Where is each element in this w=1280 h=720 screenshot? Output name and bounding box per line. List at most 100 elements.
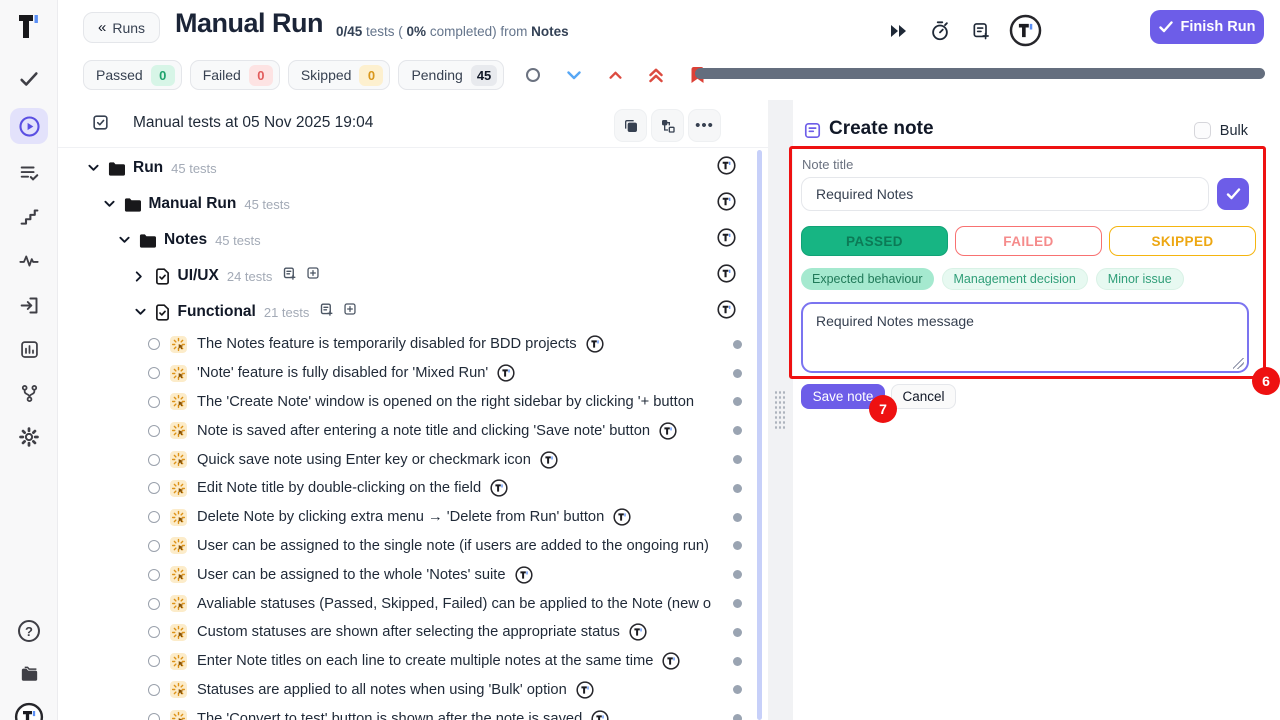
- test-title[interactable]: The Notes feature is temporarily disable…: [197, 336, 577, 352]
- nav-reports-icon[interactable]: [10, 334, 48, 364]
- nav-settings-icon[interactable]: [10, 422, 48, 452]
- test-title[interactable]: Edit Note title by double-clicking on th…: [197, 480, 481, 496]
- test-status-circle[interactable]: [148, 396, 160, 408]
- note-message-textarea[interactable]: Required Notes message: [801, 302, 1249, 373]
- test-title[interactable]: Statuses are applied to all notes when u…: [197, 682, 567, 698]
- copy-run-button[interactable]: [614, 109, 647, 142]
- test-title[interactable]: Custom statuses are shown after selectin…: [197, 624, 620, 640]
- quick-save-button[interactable]: [1217, 178, 1249, 210]
- add-test-icon[interactable]: [306, 266, 320, 286]
- tree-view-button[interactable]: [651, 109, 684, 142]
- test-app-badge[interactable]: [490, 479, 508, 497]
- bulk-toggle[interactable]: Bulk: [1194, 122, 1248, 139]
- account-logo-icon[interactable]: [10, 702, 48, 720]
- app-logo-icon[interactable]: [13, 10, 45, 44]
- chevron-down-icon[interactable]: [119, 236, 130, 244]
- tag-minor-issue[interactable]: Minor issue: [1096, 268, 1184, 290]
- test-app-badge[interactable]: [662, 652, 680, 670]
- test-row[interactable]: User can be assigned to the whole 'Notes…: [58, 560, 768, 589]
- tag-expected-behaviour[interactable]: Expected behaviour: [801, 268, 934, 290]
- bulk-checkbox[interactable]: [1194, 122, 1211, 139]
- finish-run-button[interactable]: Finish Run: [1150, 10, 1264, 44]
- filter-pending[interactable]: Pending45: [398, 60, 504, 90]
- test-title[interactable]: Avaliable statuses (Passed, Skipped, Fai…: [197, 596, 711, 612]
- nav-runs-icon[interactable]: [10, 108, 48, 144]
- filter-failed[interactable]: Failed0: [190, 60, 280, 90]
- tag-management-decision[interactable]: Management decision: [942, 268, 1088, 290]
- chevron-up-icon[interactable]: [603, 63, 627, 87]
- test-title[interactable]: Delete Note by clicking extra menu → 'De…: [197, 509, 604, 525]
- double-chevron-up-icon[interactable]: [644, 63, 668, 87]
- test-title[interactable]: Enter Note titles on each line to create…: [197, 653, 653, 669]
- test-status-circle[interactable]: [148, 655, 160, 667]
- test-app-badge[interactable]: [659, 422, 677, 440]
- test-title[interactable]: The 'Convert to test' button is shown af…: [197, 711, 582, 720]
- suite-row[interactable]: Manual Run45 tests: [58, 186, 768, 222]
- chevron-down-icon[interactable]: [104, 200, 115, 208]
- test-app-badge[interactable]: [497, 364, 515, 382]
- app-logo-badge[interactable]: [1009, 14, 1042, 47]
- test-title[interactable]: User can be assigned to the whole 'Notes…: [197, 567, 506, 583]
- add-note-icon[interactable]: [282, 266, 297, 286]
- test-title[interactable]: Note is saved after entering a note titl…: [197, 423, 650, 439]
- test-status-circle[interactable]: [148, 713, 160, 720]
- test-row[interactable]: Statuses are applied to all notes when u…: [58, 676, 768, 705]
- test-app-badge[interactable]: [515, 566, 533, 584]
- test-row[interactable]: The 'Convert to test' button is shown af…: [58, 704, 768, 720]
- back-to-runs-button[interactable]: « Runs: [83, 12, 160, 43]
- suite-row[interactable]: UI/UX24 tests: [58, 258, 768, 294]
- test-status-circle[interactable]: [148, 511, 160, 523]
- test-app-badge[interactable]: [629, 623, 647, 641]
- add-test-icon[interactable]: [343, 302, 357, 322]
- note-add-icon[interactable]: [968, 18, 994, 44]
- add-note-icon[interactable]: [319, 302, 334, 322]
- nav-tests-icon[interactable]: [10, 64, 48, 94]
- more-options-button[interactable]: •••: [688, 109, 721, 142]
- suite-name[interactable]: UI/UX: [178, 267, 219, 285]
- test-app-badge[interactable]: [613, 508, 631, 526]
- nav-steps-icon[interactable]: [10, 202, 48, 232]
- test-title[interactable]: The 'Create Note' window is opened on th…: [197, 394, 694, 410]
- test-row[interactable]: 'Note' feature is fully disabled for 'Mi…: [58, 359, 768, 388]
- test-row[interactable]: Custom statuses are shown after selectin…: [58, 618, 768, 647]
- chevron-down-icon[interactable]: [135, 308, 146, 316]
- test-status-circle[interactable]: [148, 540, 160, 552]
- divider-drag-handle[interactable]: [774, 390, 786, 430]
- test-app-badge[interactable]: [576, 681, 594, 699]
- status-skipped-button[interactable]: SKIPPED: [1109, 226, 1256, 256]
- test-status-circle[interactable]: [148, 338, 160, 350]
- test-row[interactable]: Delete Note by clicking extra menu → 'De…: [58, 503, 768, 532]
- help-icon[interactable]: ?: [10, 616, 48, 646]
- status-failed-button[interactable]: FAILED: [955, 226, 1102, 256]
- test-status-circle[interactable]: [148, 569, 160, 581]
- cancel-button[interactable]: Cancel: [891, 384, 956, 409]
- test-status-circle[interactable]: [148, 598, 160, 610]
- test-title[interactable]: User can be assigned to the single note …: [197, 538, 709, 554]
- suite-name[interactable]: Functional: [178, 303, 256, 321]
- suite-app-badge[interactable]: [717, 264, 736, 288]
- test-status-circle[interactable]: [148, 367, 160, 379]
- chevron-down-icon[interactable]: [88, 164, 99, 172]
- test-status-circle[interactable]: [148, 454, 160, 466]
- test-row[interactable]: The Notes feature is temporarily disable…: [58, 330, 768, 359]
- test-row[interactable]: Enter Note titles on each line to create…: [58, 647, 768, 676]
- test-row[interactable]: Note is saved after entering a note titl…: [58, 416, 768, 445]
- test-title[interactable]: 'Note' feature is fully disabled for 'Mi…: [197, 365, 488, 381]
- suite-name[interactable]: Manual Run: [149, 195, 237, 213]
- suite-row[interactable]: Notes45 tests: [58, 222, 768, 258]
- test-app-badge[interactable]: [586, 335, 604, 353]
- nav-import-icon[interactable]: [10, 290, 48, 320]
- test-status-circle[interactable]: [148, 626, 160, 638]
- status-ring-icon[interactable]: [521, 63, 545, 87]
- nav-branches-icon[interactable]: [10, 378, 48, 408]
- suite-row[interactable]: Run45 tests: [58, 150, 768, 186]
- test-app-badge[interactable]: [540, 451, 558, 469]
- projects-icon[interactable]: [10, 659, 48, 689]
- suite-name[interactable]: Notes: [164, 231, 207, 249]
- test-status-circle[interactable]: [148, 684, 160, 696]
- stopwatch-icon[interactable]: [927, 18, 953, 44]
- chevron-right-icon[interactable]: [135, 271, 146, 282]
- nav-activity-icon[interactable]: [10, 246, 48, 276]
- note-title-input[interactable]: [801, 177, 1209, 211]
- test-title[interactable]: Quick save note using Enter key or check…: [197, 452, 531, 468]
